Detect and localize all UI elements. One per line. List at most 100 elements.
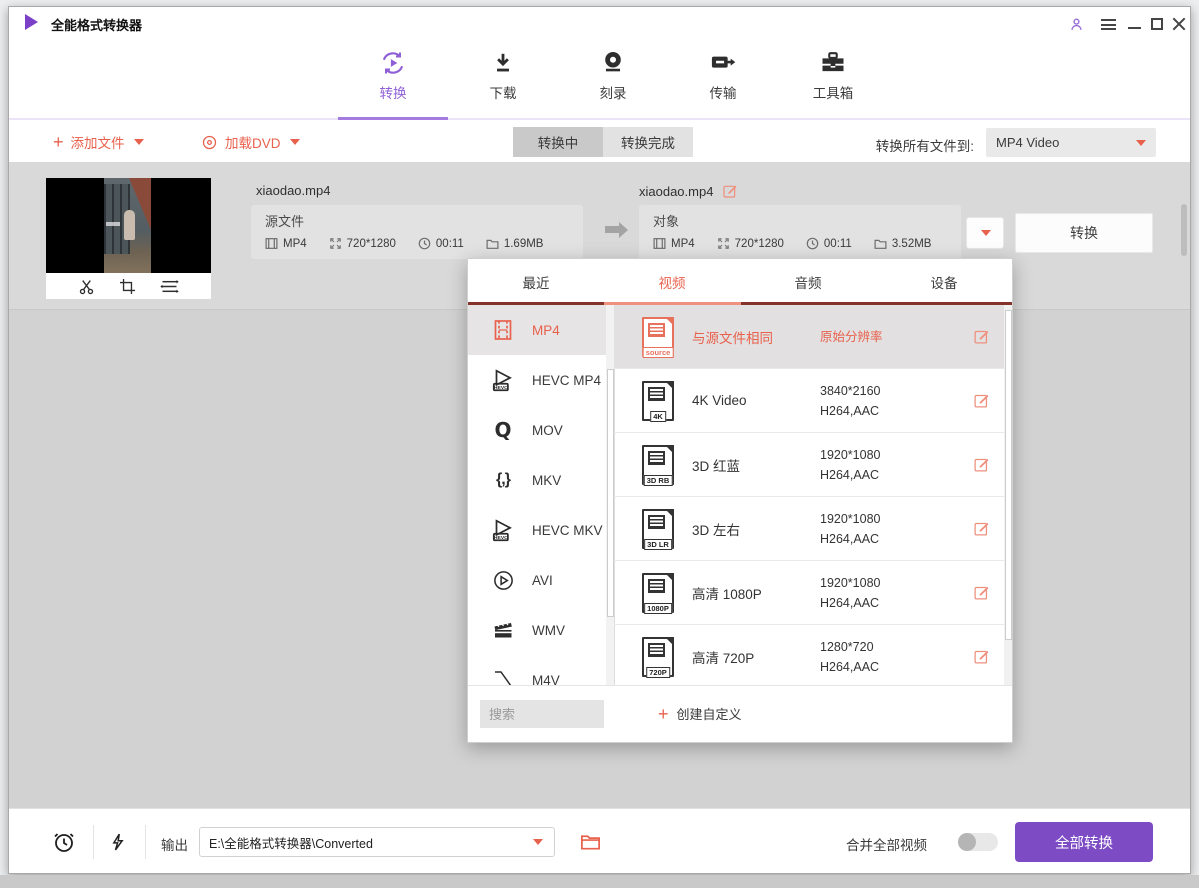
close-button[interactable]: [1170, 15, 1188, 33]
format-item-m4v[interactable]: M4V: [468, 655, 614, 685]
output-path-input[interactable]: [199, 827, 555, 857]
tab-convert[interactable]: 转换: [338, 47, 448, 102]
duration-info: 00:11: [418, 237, 464, 250]
film-icon: [265, 237, 278, 250]
preset-row-3d-lr[interactable]: 3D LR 3D 左右 1920*1080H264,AAC: [614, 497, 1012, 561]
edit-icon[interactable]: [973, 328, 990, 345]
preset-row-3d-rb[interactable]: 3D RB 3D 红蓝 1920*1080H264,AAC: [614, 433, 1012, 497]
format-label: HEVC MKV: [532, 523, 603, 538]
preset-list-scrollbar[interactable]: [1004, 305, 1012, 685]
3d-lr-doc-icon: 3D LR: [642, 509, 674, 549]
hardware-accel-button[interactable]: [105, 829, 131, 855]
maximize-button[interactable]: [1148, 15, 1166, 33]
format-item-wmv[interactable]: WMV: [468, 605, 614, 655]
search-input[interactable]: [480, 700, 604, 728]
format-item-hevc-mp4[interactable]: HEVC HEVC MP4: [468, 355, 614, 405]
format-item-mov[interactable]: Q MOV: [468, 405, 614, 455]
load-dvd-button[interactable]: 加载DVD: [201, 132, 300, 152]
resize-icon: [717, 237, 730, 250]
popup-footer: + 创建自定义: [468, 685, 1012, 742]
format-label: WMV: [532, 623, 565, 638]
preset-row-720p[interactable]: 720P 高清 720P 1280*720H264,AAC: [614, 625, 1012, 685]
app-logo-icon: [25, 14, 38, 30]
diagonal-line-icon: [490, 667, 516, 685]
transfer-arrow-icon: [668, 47, 778, 79]
3d-rb-doc-icon: 3D RB: [642, 445, 674, 485]
target-filename-row: xiaodao.mp4: [639, 183, 738, 199]
preset-list: source 与源文件相同 原始分辨率 4K 4K Video: [614, 305, 1012, 685]
tab-download-label: 下载: [448, 82, 558, 102]
preset-row-1080p[interactable]: 1080P 高清 1080P 1920*1080H264,AAC: [614, 561, 1012, 625]
create-custom-button[interactable]: + 创建自定义: [658, 704, 742, 723]
scrollbar-thumb[interactable]: [1181, 204, 1187, 256]
create-custom-label: 创建自定义: [677, 704, 742, 723]
nav-bar: 转换 下载 刻录: [9, 37, 1190, 123]
tab-toolbox[interactable]: 工具箱: [778, 47, 888, 102]
format-item-hevc-mkv[interactable]: HEVC HEVC MKV: [468, 505, 614, 555]
tab-burn[interactable]: 刻录: [558, 47, 668, 102]
plus-icon: +: [53, 135, 64, 149]
app-window: 全能格式转换器: [8, 6, 1191, 874]
target-panel-title: 对象: [653, 211, 947, 230]
toggle-knob: [958, 833, 976, 851]
scissors-icon[interactable]: [77, 277, 96, 296]
format-item-avi[interactable]: AVI: [468, 555, 614, 605]
convert-all-to-label: 转换所有文件到:: [876, 135, 974, 155]
toolbox-icon: [778, 47, 888, 79]
quicktime-icon: Q: [490, 417, 516, 443]
desktop-background: [0, 875, 1199, 888]
format-picker-popup: 最近 视频 音频 设备 MP4: [467, 258, 1013, 743]
preset-row-same-as-source[interactable]: source 与源文件相同 原始分辨率: [614, 305, 1012, 369]
thumbnail-toolbar: [46, 273, 211, 299]
crop-icon[interactable]: [118, 277, 137, 296]
popup-tab-audio[interactable]: 音频: [740, 259, 876, 305]
merge-videos-label: 合并全部视频: [846, 834, 927, 854]
tab-transfer[interactable]: 传输: [668, 47, 778, 102]
convert-button[interactable]: 转换: [1015, 213, 1153, 253]
preset-row-4k[interactable]: 4K 4K Video 3840*2160H264,AAC: [614, 369, 1012, 433]
disc-icon: [201, 134, 218, 151]
popup-tab-device[interactable]: 设备: [876, 259, 1012, 305]
duration-info: 00:11: [806, 237, 852, 250]
app-title: 全能格式转换器: [51, 15, 142, 34]
schedule-button[interactable]: [51, 829, 77, 855]
format-item-mkv[interactable]: {,} MKV: [468, 455, 614, 505]
account-icon[interactable]: [1067, 15, 1085, 33]
menu-icon[interactable]: [1099, 15, 1117, 33]
popup-tab-recent[interactable]: 最近: [468, 259, 604, 305]
popup-tab-bar: 最近 视频 音频 设备: [468, 259, 1012, 305]
film-strip-icon: [490, 317, 516, 343]
resolution-info: 720*1280: [717, 237, 784, 250]
edit-icon[interactable]: [973, 456, 990, 473]
edit-icon[interactable]: [973, 584, 990, 601]
tab-download[interactable]: 下载: [448, 47, 558, 102]
plus-icon: +: [658, 707, 669, 721]
open-folder-button[interactable]: [577, 828, 603, 854]
edit-icon[interactable]: [722, 183, 738, 199]
scrollbar-thumb[interactable]: [607, 369, 614, 617]
edit-icon[interactable]: [973, 520, 990, 537]
convert-all-button[interactable]: 全部转换: [1015, 822, 1153, 862]
popup-tab-video[interactable]: 视频: [604, 259, 740, 305]
tab-converting[interactable]: 转换中: [513, 127, 603, 157]
format-list-scrollbar[interactable]: [606, 305, 614, 685]
target-format-dropdown-button[interactable]: [966, 217, 1004, 249]
scrollbar-thumb[interactable]: [1005, 310, 1012, 640]
size-info: 3.52MB: [874, 237, 932, 250]
caret-down-icon: [290, 139, 300, 145]
tab-converted[interactable]: 转换完成: [603, 127, 693, 157]
merge-videos-toggle[interactable]: [958, 833, 998, 851]
sliders-icon[interactable]: [159, 276, 180, 297]
caret-down-icon[interactable]: [533, 839, 543, 845]
format-label: MKV: [532, 473, 561, 488]
status-segment: 转换中 转换完成: [513, 127, 693, 157]
output-format-dropdown[interactable]: MP4 Video: [986, 128, 1156, 157]
edit-icon[interactable]: [973, 648, 990, 665]
edit-icon[interactable]: [973, 392, 990, 409]
format-item-mp4[interactable]: MP4: [468, 305, 614, 355]
format-info: MP4: [265, 237, 307, 250]
arrow-right-icon: [605, 226, 619, 233]
output-label: 输出: [161, 834, 188, 854]
minimize-button[interactable]: [1125, 15, 1143, 33]
add-files-button[interactable]: + 添加文件: [53, 132, 144, 152]
